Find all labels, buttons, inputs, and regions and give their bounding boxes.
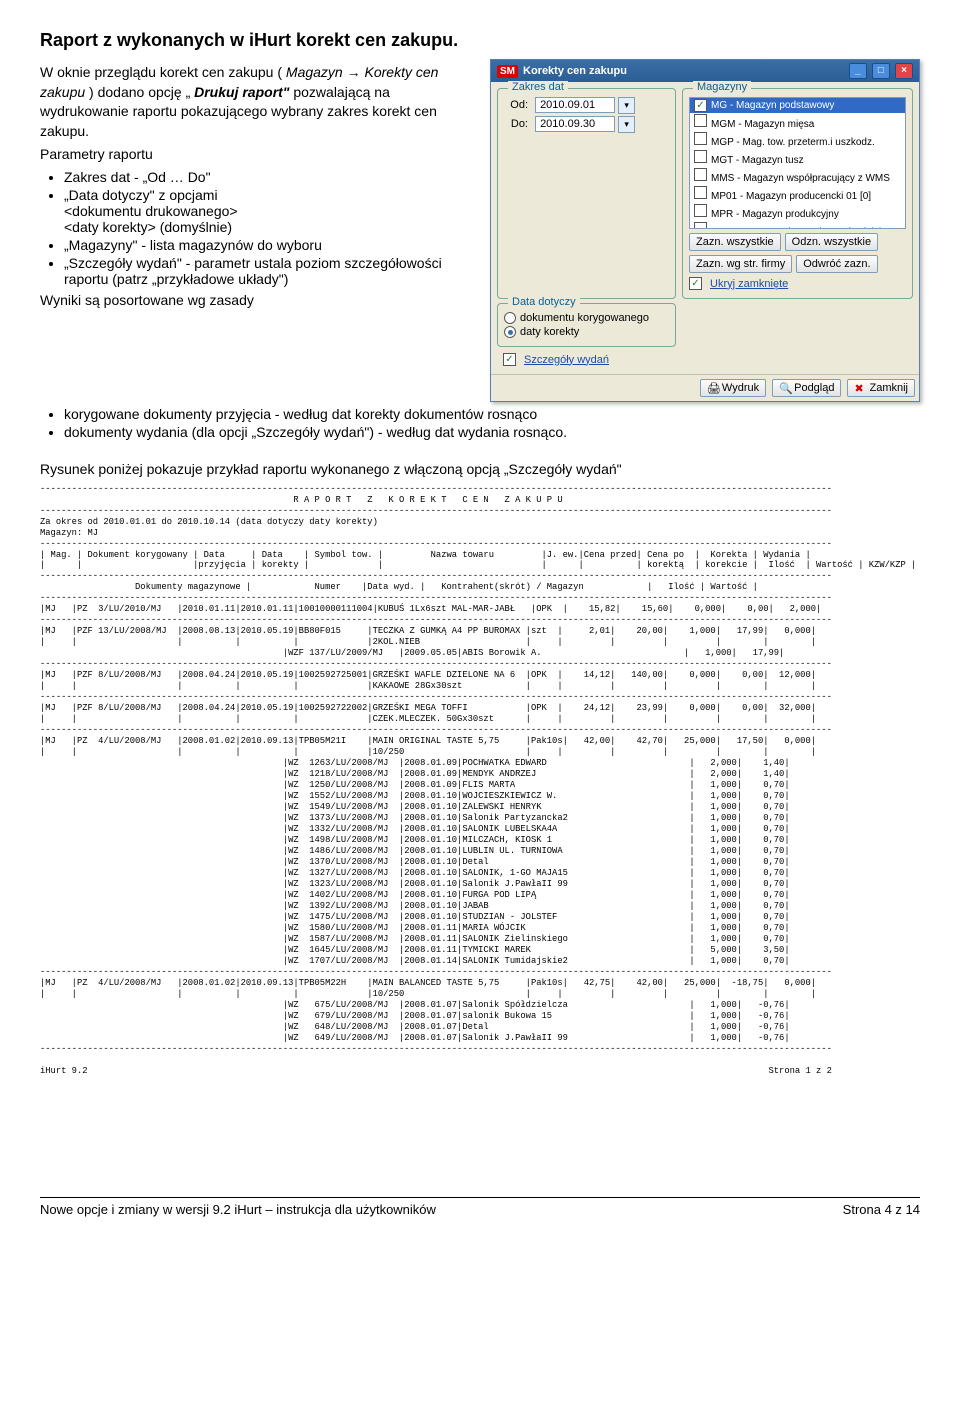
footer-right: Strona 4 z 14: [843, 1202, 920, 1217]
deselect-all-button[interactable]: Odzn. wszystkie: [785, 233, 878, 251]
list-item-label: MMS - Magazyn współpracujący z WMS: [711, 173, 890, 184]
param-item: „Magazyny" - lista magazynów do wyboru: [64, 237, 470, 253]
list-item-label: MP01 - Magazyn producencki 01 [0]: [711, 191, 871, 202]
od-label: Od:: [504, 99, 528, 111]
dialog-footer: Wydruk Podgląd Zamknij: [491, 374, 919, 401]
radio-label: dokumentu korygowanego: [520, 312, 649, 324]
wyniki-item: korygowane dokumenty przyjęcia - według …: [64, 406, 920, 422]
do-date-input[interactable]: [535, 116, 615, 132]
hide-closed-label[interactable]: Ukryj zamknięte: [710, 278, 788, 290]
list-item[interactable]: MGM - Magazyn mięsa: [690, 113, 905, 131]
report-preview: ----------------------------------------…: [40, 484, 920, 1077]
button-label: Zamknij: [869, 382, 908, 394]
text: „Data dotyczy" z opcjami: [64, 187, 218, 203]
data-dotyczy-fieldset: Data dotyczy dokumentu korygowanego daty…: [497, 303, 676, 347]
magazyny-fieldset: Magazyny ✓MG - Magazyn podstawowy MGM - …: [682, 88, 913, 299]
radio-daty-korekty[interactable]: daty korekty: [504, 326, 669, 338]
radio-dokumentu[interactable]: dokumentu korygowanego: [504, 312, 669, 324]
left-text-column: W oknie przeglądu korekt cen zakupu ( Ma…: [40, 59, 470, 315]
list-item[interactable]: MP01 - Magazyn producencki 01 [0]: [690, 185, 905, 203]
szczegoly-label[interactable]: Szczegóły wydań: [524, 354, 609, 366]
select-by-firm-button[interactable]: Zazn. wg str. firmy: [689, 255, 792, 273]
param-item: „Szczegóły wydań" - parametr ustala pozi…: [64, 255, 470, 287]
fieldset-title: Magazyny: [693, 81, 751, 93]
list-item-label: MSB - Magazyn dostaw bezpośrednich.: [711, 227, 887, 229]
page-footer: Nowe opcje i zmiany w wersji 9.2 iHurt –…: [40, 1197, 920, 1217]
select-all-button[interactable]: Zazn. wszystkie: [689, 233, 781, 251]
footer-left: Nowe opcje i zmiany w wersji 9.2 iHurt –…: [40, 1202, 436, 1217]
dialog-column: SM Korekty cen zakupu _ □ × Zakres dat O…: [490, 59, 920, 402]
list-item[interactable]: MMS - Magazyn współpracujący z WMS: [690, 167, 905, 185]
rysunek-text: Rysunek poniżej pokazuje przykład raport…: [40, 460, 920, 480]
magazines-listbox[interactable]: ✓MG - Magazyn podstawowy MGM - Magazyn m…: [689, 97, 906, 229]
minimize-icon[interactable]: _: [849, 63, 867, 79]
text: W oknie przeglądu korekt cen zakupu (: [40, 64, 282, 80]
calendar-icon[interactable]: ▾: [618, 116, 635, 133]
page-title: Raport z wykonanych w iHurt korekt cen z…: [40, 30, 920, 51]
text: ) dodano opcję „: [89, 84, 190, 100]
hide-closed-checkbox[interactable]: ✓: [689, 277, 702, 290]
dialog-titlebar[interactable]: SM Korekty cen zakupu _ □ ×: [491, 60, 919, 82]
list-item[interactable]: MSB - Magazyn dostaw bezpośrednich.: [690, 221, 905, 229]
button-label: Wydruk: [722, 382, 759, 394]
zakres-dat-fieldset: Zakres dat Od: ▾ Do: ▾: [497, 88, 676, 299]
text: <daty korekty> (domyślnie): [64, 219, 232, 235]
maximize-icon[interactable]: □: [872, 63, 890, 79]
param-item: „Data dotyczy" z opcjami <dokumentu druk…: [64, 187, 470, 235]
list-item[interactable]: MGP - Mag. tow. przeterm.i uszkodz.: [690, 131, 905, 149]
preview-icon: [779, 382, 791, 394]
printer-icon: [707, 382, 719, 394]
close-icon[interactable]: ×: [895, 63, 913, 79]
intro-paragraph: W oknie przeglądu korekt cen zakupu ( Ma…: [40, 63, 470, 141]
radio-icon: [504, 312, 516, 324]
invert-selection-button[interactable]: Odwróć zazn.: [796, 255, 877, 273]
radio-icon: [504, 326, 516, 338]
app-logo-icon: SM: [497, 65, 518, 78]
radio-label: daty korekty: [520, 326, 579, 338]
wydruk-button[interactable]: Wydruk: [700, 379, 766, 397]
button-label: Podgląd: [794, 382, 834, 394]
fieldset-title: Zakres dat: [508, 81, 568, 93]
list-item[interactable]: ✓MG - Magazyn podstawowy: [690, 98, 905, 113]
list-item[interactable]: MGT - Magazyn tusz: [690, 149, 905, 167]
list-item-label: MG - Magazyn podstawowy: [711, 100, 834, 111]
param-item: Zakres dat - „Od … Do": [64, 169, 470, 185]
window-buttons: _ □ ×: [847, 63, 913, 79]
option-name-text: Drukuj raport": [194, 84, 289, 100]
list-item-label: MGT - Magazyn tusz: [711, 155, 804, 166]
dialog-title: Korekty cen zakupu: [523, 65, 627, 77]
od-date-input[interactable]: [535, 97, 615, 113]
szczegoly-checkbox[interactable]: ✓: [503, 353, 516, 366]
zamknij-button[interactable]: Zamknij: [847, 379, 915, 397]
calendar-icon[interactable]: ▾: [618, 97, 635, 114]
korekty-dialog: SM Korekty cen zakupu _ □ × Zakres dat O…: [490, 59, 920, 402]
list-item-label: MPR - Magazyn produkcyjny: [711, 209, 839, 220]
list-item-label: MGP - Mag. tow. przeterm.i uszkodz.: [711, 137, 875, 148]
wyniki-header: Wyniki są posortowane wg zasady: [40, 291, 470, 311]
podglad-button[interactable]: Podgląd: [772, 379, 841, 397]
wyniki-item: dokumenty wydania (dla opcji „Szczegóły …: [64, 424, 920, 440]
list-item[interactable]: MPR - Magazyn produkcyjny: [690, 203, 905, 221]
fieldset-title: Data dotyczy: [508, 296, 580, 308]
wyniki-list: korygowane dokumenty przyjęcia - według …: [64, 406, 920, 440]
do-label: Do:: [504, 118, 528, 130]
params-list: Zakres dat - „Od … Do" „Data dotyczy" z …: [64, 169, 470, 287]
close-icon: [854, 382, 866, 394]
params-header: Parametry raportu: [40, 145, 470, 165]
list-item-label: MGM - Magazyn mięsa: [711, 119, 814, 130]
text: <dokumentu drukowanego>: [64, 203, 238, 219]
